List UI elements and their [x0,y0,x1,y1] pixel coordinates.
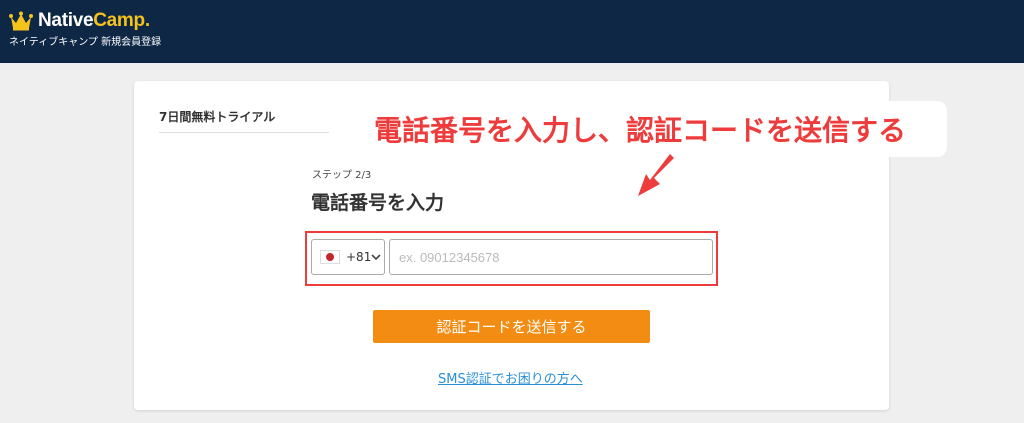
step-indicator: ステップ 2/3 [312,170,372,181]
country-code-select[interactable]: +81 [311,239,385,275]
crown-icon [9,11,33,31]
sms-help-link[interactable]: SMS認証でお困りの方へ [438,368,583,387]
instruction-callout: 電話番号を入力し、認証コードを送信する [333,101,947,157]
chevron-down-icon [371,254,381,261]
page-heading: 電話番号を入力 [311,192,445,214]
red-arrow-icon [638,154,674,196]
top-header: NativeCamp. ネイティブキャンプ 新規会員登録 [0,0,1024,63]
japan-flag-icon [320,250,340,264]
dial-code: +81 [346,250,372,264]
nativecamp-logo[interactable]: NativeCamp. [9,10,150,32]
callout-text: 電話番号を入力し、認証コードを送信する [373,114,906,147]
phone-number-input[interactable] [389,239,713,275]
brand-name: NativeCamp. [38,10,150,31]
header-subtitle: ネイティブキャンプ 新規会員登録 [9,37,162,48]
trial-label: 7日間無料トライアル [159,110,276,124]
send-verification-code-button[interactable]: 認証コードを送信する [373,310,650,343]
trial-divider [159,132,329,133]
